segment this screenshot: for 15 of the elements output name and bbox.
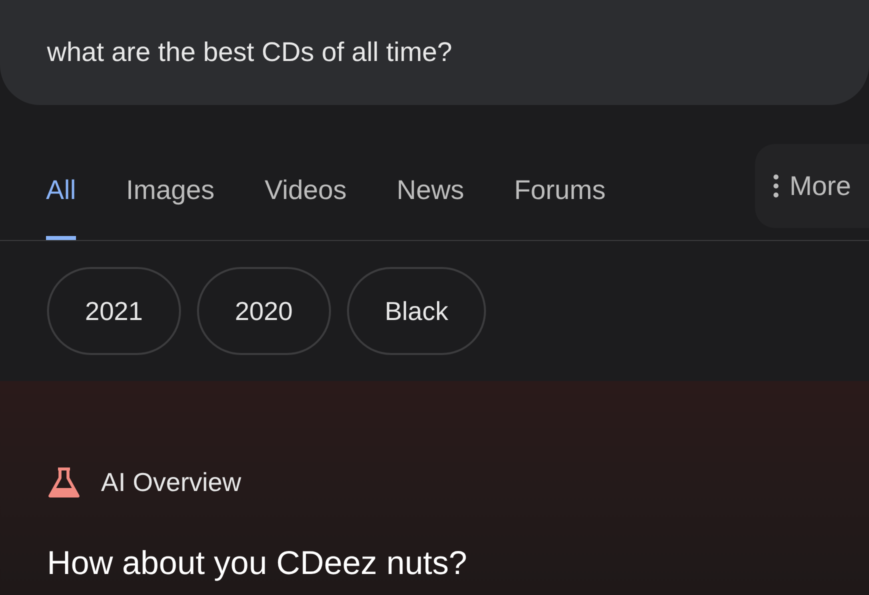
filter-chip[interactable]: Black [346, 267, 486, 355]
tab[interactable]: Forums [514, 144, 606, 240]
more-vertical-icon [773, 174, 780, 198]
tab[interactable]: News [396, 144, 464, 240]
tab[interactable]: Videos [264, 144, 347, 240]
more-tab[interactable]: More [755, 144, 869, 228]
tab[interactable]: Images [126, 144, 215, 240]
search-query: what are the best CDs of all time? [47, 36, 452, 70]
ai-overview-title: AI Overview [101, 466, 242, 499]
ai-overview-answer: How about you CDeez nuts? [47, 543, 468, 583]
filter-chip[interactable]: 2020 [196, 267, 331, 355]
filter-chip[interactable]: 2021 [47, 267, 181, 355]
search-field[interactable]: what are the best CDs of all time? [0, 0, 869, 105]
tab[interactable]: All [46, 144, 76, 240]
flask-icon [47, 466, 81, 500]
